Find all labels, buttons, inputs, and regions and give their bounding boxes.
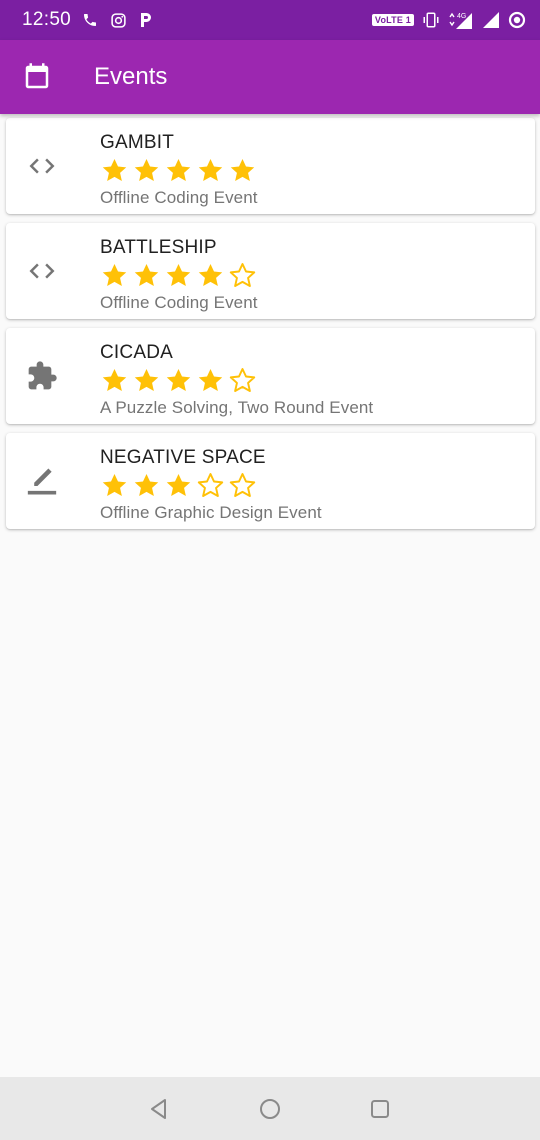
star-outline-icon	[229, 368, 256, 392]
rating-stars	[100, 156, 257, 185]
event-title: BATTLESHIP	[100, 237, 217, 258]
navigation-bar	[0, 1077, 540, 1140]
paytm-icon	[137, 11, 155, 29]
star-filled-icon	[230, 159, 255, 182]
event-subtitle: Offline Coding Event	[100, 293, 258, 312]
star-filled-icon	[134, 369, 159, 392]
event-title: CICADA	[100, 342, 173, 363]
star-filled-icon	[102, 369, 127, 392]
star-filled-icon	[102, 264, 127, 287]
event-subtitle: Offline Graphic Design Event	[100, 503, 322, 522]
star-filled-icon	[198, 369, 223, 392]
event-card[interactable]: NEGATIVE SPACE Offline Graphic Design Ev…	[6, 433, 535, 529]
code-icon	[24, 253, 60, 289]
rating-stars	[100, 366, 257, 395]
star-outline-icon	[229, 473, 256, 497]
star-filled-icon	[166, 159, 191, 182]
event-subtitle: A Puzzle Solving, Two Round Event	[100, 398, 374, 417]
star-filled-icon	[134, 264, 159, 287]
instagram-icon	[109, 11, 127, 29]
event-title: NEGATIVE SPACE	[100, 447, 266, 468]
puzzle-icon	[24, 358, 60, 394]
star-filled-icon	[102, 159, 127, 182]
recents-icon[interactable]	[367, 1096, 393, 1122]
rating-stars	[100, 261, 257, 290]
event-title: GAMBIT	[100, 132, 175, 153]
status-bar: 12:50 VoLTE 1 4G	[0, 0, 540, 40]
rating-stars	[100, 471, 257, 500]
event-card[interactable]: CICADA A Puzzle Solving, Two Round Event	[6, 328, 535, 424]
star-filled-icon	[198, 264, 223, 287]
star-filled-icon	[166, 474, 191, 497]
star-filled-icon	[166, 369, 191, 392]
star-filled-icon	[198, 159, 223, 182]
star-filled-icon	[166, 264, 191, 287]
page-title: Events	[94, 63, 168, 90]
phone-icon	[81, 11, 99, 29]
edit-icon	[24, 463, 60, 499]
signal-icon	[482, 11, 500, 29]
event-card[interactable]: BATTLESHIP Offline Coding Event	[6, 223, 535, 319]
code-icon	[24, 148, 60, 184]
star-filled-icon	[134, 474, 159, 497]
battery-icon	[508, 11, 526, 29]
event-card[interactable]: GAMBIT Offline Coding Event	[6, 118, 535, 214]
home-icon[interactable]	[257, 1096, 283, 1122]
calendar-icon	[22, 62, 52, 92]
star-filled-icon	[134, 159, 159, 182]
status-icons-left	[81, 11, 155, 29]
volte-badge: VoLTE 1	[371, 14, 414, 26]
star-outline-icon	[197, 473, 224, 497]
back-icon[interactable]	[146, 1096, 172, 1122]
status-icons-right: VoLTE 1 4G	[371, 11, 526, 29]
event-subtitle: Offline Coding Event	[100, 188, 258, 207]
signal-label: 4G	[457, 13, 466, 20]
vibrate-icon	[422, 11, 440, 29]
star-outline-icon	[229, 263, 256, 287]
status-time: 12:50	[22, 9, 72, 30]
signal-4g-icon: 4G	[448, 11, 474, 29]
star-filled-icon	[102, 474, 127, 497]
app-bar: Events	[0, 40, 540, 114]
